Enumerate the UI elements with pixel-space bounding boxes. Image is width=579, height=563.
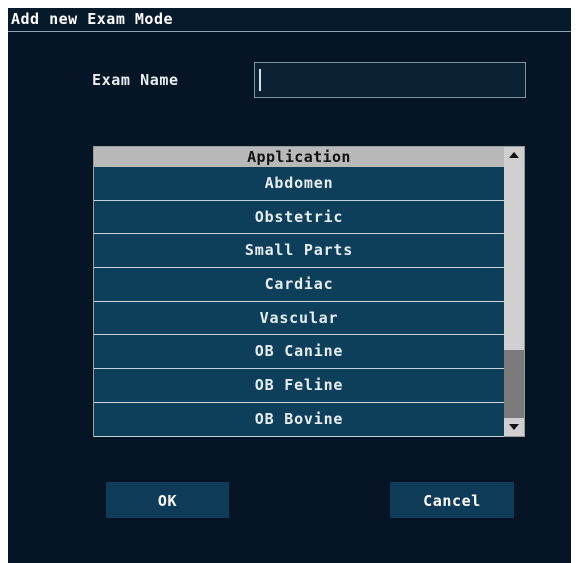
exam-name-label: Exam Name xyxy=(92,71,179,89)
application-list[interactable]: Application Abdomen Obstetric Small Part… xyxy=(93,146,525,437)
list-item-ob-bovine[interactable]: OB Bovine xyxy=(94,402,504,437)
scroll-up-button[interactable] xyxy=(504,147,524,165)
dialog-title: Add new Exam Mode xyxy=(8,8,571,32)
list-item-vascular[interactable]: Vascular xyxy=(94,301,504,336)
application-list-scrollbar[interactable] xyxy=(504,147,524,436)
scroll-down-button[interactable] xyxy=(504,418,524,436)
add-exam-mode-dialog: Add new Exam Mode Exam Name Application … xyxy=(8,8,571,563)
exam-name-input[interactable] xyxy=(254,62,526,98)
cancel-button[interactable]: Cancel xyxy=(390,482,514,518)
list-item-cardiac[interactable]: Cardiac xyxy=(94,268,504,302)
scroll-thumb[interactable] xyxy=(504,350,524,418)
ok-button[interactable]: OK xyxy=(106,482,229,518)
list-item-obstetric[interactable]: Obstetric xyxy=(94,200,504,235)
list-item-ob-feline[interactable]: OB Feline xyxy=(94,369,504,403)
text-cursor xyxy=(259,69,261,91)
application-list-header: Application xyxy=(94,147,504,167)
list-item-abdomen[interactable]: Abdomen xyxy=(94,167,504,201)
application-list-rows: Abdomen Obstetric Small Parts Cardiac Va… xyxy=(94,167,504,437)
list-item-small-parts[interactable]: Small Parts xyxy=(94,234,504,269)
triangle-up-icon xyxy=(509,152,519,158)
triangle-down-icon xyxy=(509,424,519,430)
list-item-ob-canine[interactable]: OB Canine xyxy=(94,335,504,370)
